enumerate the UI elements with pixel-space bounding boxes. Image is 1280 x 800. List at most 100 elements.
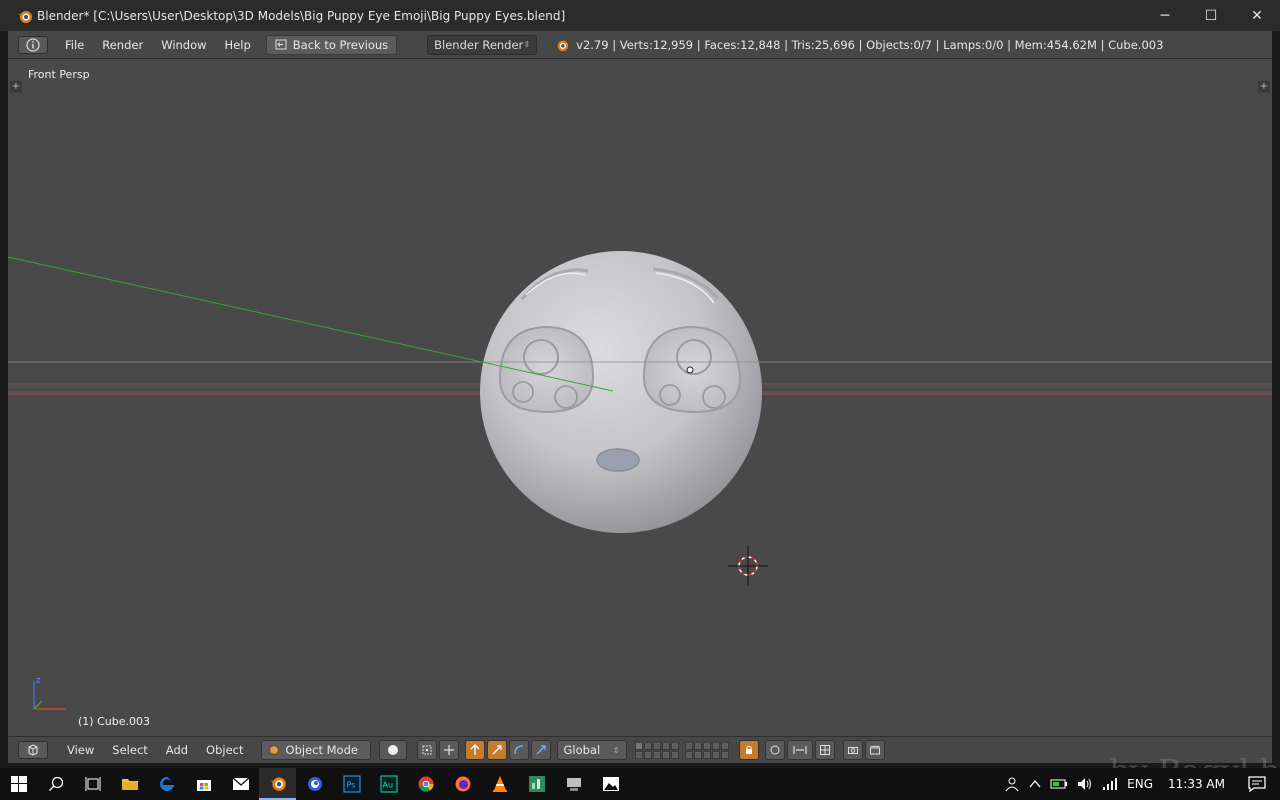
search-button[interactable] — [37, 768, 74, 800]
clapper-icon — [869, 746, 880, 755]
solid-shading-icon — [387, 745, 398, 755]
taskbar-chrome[interactable] — [407, 768, 444, 800]
3d-viewport[interactable]: z Front Persp (1) Cube.003 + + — [8, 59, 1272, 736]
photos-icon — [602, 777, 619, 791]
object-origin-icon — [686, 366, 694, 374]
scale-arc-icon — [513, 745, 523, 755]
proportional-edit-button[interactable] — [764, 740, 785, 760]
translate-manipulator-button[interactable] — [464, 740, 485, 760]
window-controls: ─ ☐ ✕ — [1142, 0, 1280, 31]
taskbar-vlc[interactable] — [481, 768, 518, 800]
render-animation-button[interactable] — [864, 740, 885, 760]
lock-icon — [745, 745, 752, 754]
rotate-icon — [492, 745, 502, 755]
folder-icon — [121, 779, 138, 790]
menu-select[interactable]: Select — [103, 743, 156, 757]
3d-view-header: View Select Add Object Object Mode Globa… — [8, 736, 1272, 763]
menu-object[interactable]: Object — [197, 743, 252, 757]
taskbar-mail[interactable] — [222, 768, 259, 800]
blender-logo-icon — [557, 40, 569, 51]
arrow-icon — [536, 745, 546, 755]
task-view-button[interactable] — [74, 768, 111, 800]
stats-text: v2.79 | Verts:12,959 | Faces:12,848 | Tr… — [576, 37, 1164, 52]
puppy-emoji-model[interactable] — [480, 251, 762, 533]
3d-cursor-icon[interactable] — [728, 546, 768, 586]
menu-help[interactable]: Help — [216, 35, 260, 55]
input-language[interactable]: ENG — [1127, 777, 1153, 791]
blender-window: Blender* [C:\Users\User\Desktop\3D Model… — [0, 0, 1280, 800]
interaction-mode-label: Object Mode — [285, 743, 358, 757]
scene-stats: v2.79 | Verts:12,959 | Faces:12,848 | Tr… — [555, 38, 1163, 52]
object-mode-icon — [269, 745, 278, 755]
editor-type-selector[interactable] — [18, 35, 48, 54]
back-icon — [275, 39, 287, 50]
manipulator-toggle-button[interactable] — [438, 740, 459, 760]
chevron-updown-icon: ⇕ — [523, 40, 531, 49]
menu-file[interactable]: File — [56, 35, 93, 55]
properties-toggle-icon[interactable]: + — [1258, 81, 1270, 93]
mail-icon — [232, 777, 249, 790]
back-to-previous-button[interactable]: Back to Previous — [265, 34, 398, 55]
taskbar-store[interactable] — [185, 768, 222, 800]
close-button[interactable]: ✕ — [1234, 0, 1280, 31]
menu-add[interactable]: Add — [157, 743, 197, 757]
toolshelf-toggle-icon[interactable]: + — [10, 81, 22, 93]
render-engine-select[interactable]: Blender Render ⇕ — [427, 34, 538, 55]
gizmo-z-label: z — [36, 676, 41, 686]
cinema4d-icon — [307, 777, 322, 791]
taskbar-file-explorer[interactable] — [111, 768, 148, 800]
window-title: Blender* [C:\Users\User\Desktop\3D Model… — [37, 8, 566, 23]
taskbar-photos[interactable] — [592, 768, 629, 800]
chevron-up-icon[interactable] — [1029, 779, 1041, 789]
transform-orientation-label: Global — [563, 743, 601, 757]
scene-layers-grid-a[interactable] — [634, 741, 679, 759]
taskbar-devices[interactable] — [555, 768, 592, 800]
people-icon[interactable] — [1004, 776, 1020, 792]
start-button[interactable] — [0, 768, 37, 800]
snap-target-icon — [819, 745, 830, 755]
taskbar-blender[interactable] — [259, 768, 296, 800]
minimize-button[interactable]: ─ — [1142, 0, 1188, 31]
render-still-button[interactable] — [842, 740, 863, 760]
taskbar-firefox[interactable] — [444, 768, 481, 800]
wifi-signal-icon[interactable] — [1102, 777, 1118, 791]
viewport-shading-button[interactable] — [378, 740, 407, 760]
transform-orientation-select[interactable]: Global ⇕ — [556, 740, 627, 760]
menu-window[interactable]: Window — [152, 35, 215, 55]
taskbar-photoshop[interactable]: Ps — [333, 768, 370, 800]
notifications-icon[interactable] — [1248, 776, 1266, 792]
render-engine-label: Blender Render — [434, 37, 524, 52]
rotate-manipulator-button[interactable] — [486, 740, 507, 760]
window-titlebar: Blender* [C:\Users\User\Desktop\3D Model… — [0, 0, 1280, 31]
taskbar-money-app[interactable] — [518, 768, 555, 800]
pivot-point-button[interactable] — [416, 740, 437, 760]
active-object-label: (1) Cube.003 — [78, 715, 150, 728]
blender-logo-icon — [18, 10, 32, 23]
interaction-mode-select[interactable]: Object Mode — [260, 740, 371, 760]
store-bag-icon — [196, 780, 211, 791]
snap-target-button[interactable] — [814, 740, 835, 760]
lock-layers-button[interactable] — [738, 740, 759, 760]
search-icon — [48, 776, 63, 791]
edge-browser-icon — [159, 777, 174, 791]
blender-logo-icon — [269, 777, 286, 791]
svg-text:Au: Au — [382, 781, 393, 790]
3d-view-icon — [28, 744, 38, 756]
translate-icon — [470, 744, 479, 755]
taskbar-audition[interactable]: Au — [370, 768, 407, 800]
menu-render[interactable]: Render — [93, 35, 152, 55]
chrome-icon — [418, 776, 434, 792]
menu-view[interactable]: View — [58, 743, 103, 757]
volume-icon[interactable] — [1077, 777, 1093, 791]
taskbar-cinema4d[interactable] — [296, 768, 333, 800]
back-to-previous-label: Back to Previous — [292, 37, 389, 52]
scale-manipulator-button[interactable] — [508, 740, 529, 760]
transform-button[interactable] — [530, 740, 551, 760]
scene-layers-grid-b[interactable] — [684, 741, 729, 759]
taskbar-edge[interactable] — [148, 768, 185, 800]
editor-type-selector[interactable] — [18, 741, 48, 759]
maximize-button[interactable]: ☐ — [1188, 0, 1234, 31]
battery-icon[interactable] — [1050, 778, 1068, 790]
snap-element-button[interactable] — [786, 740, 813, 760]
clock-time[interactable]: 11:33 AM — [1168, 777, 1225, 791]
